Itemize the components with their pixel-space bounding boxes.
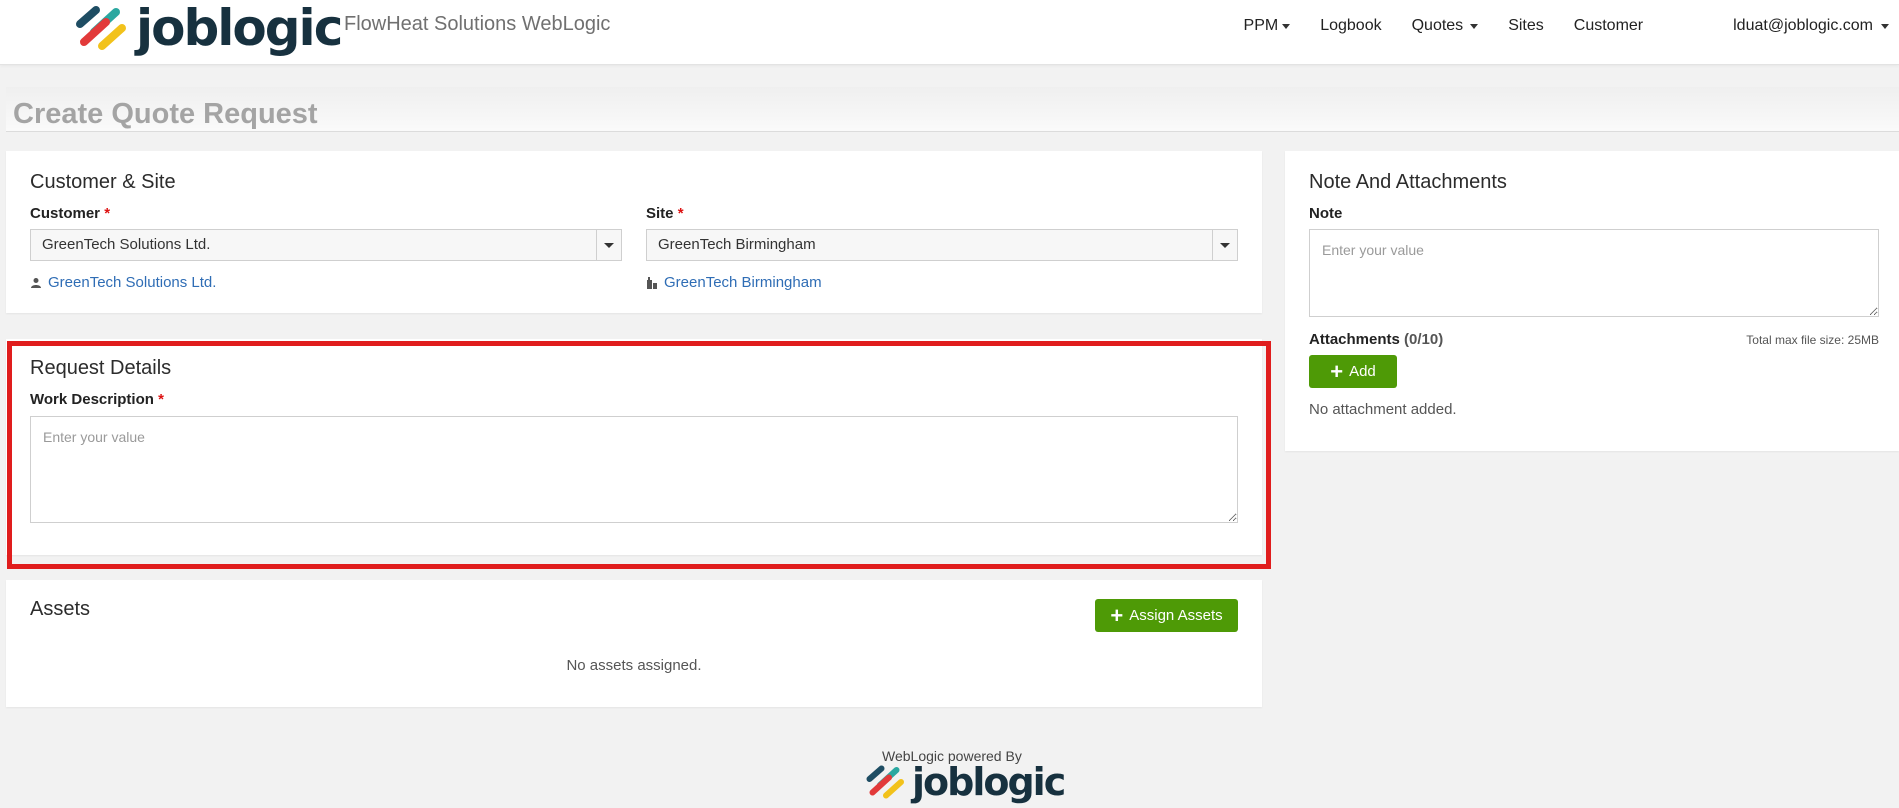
add-attachment-button[interactable]: + Add (1309, 355, 1397, 388)
customer-site-title: Customer & Site (30, 171, 176, 193)
attachments-empty-text: No attachment added. (1309, 401, 1457, 418)
customer-dropdown-button[interactable] (596, 230, 621, 260)
caret-down-icon (604, 242, 614, 248)
chevron-down-icon (1282, 23, 1291, 29)
footer-logo-wordmark: joblogic (912, 760, 1066, 804)
page-title: Create Quote Request (13, 98, 318, 130)
site-label-text: Site (646, 205, 674, 222)
required-mark: * (158, 391, 164, 408)
nav-quotes-label: Quotes (1411, 17, 1464, 34)
logo-wordmark: joblogic (136, 0, 343, 57)
customer-select[interactable]: GreenTech Solutions Ltd. (30, 229, 622, 261)
site-label: Site * (646, 205, 684, 222)
site-link[interactable]: GreenTech Birmingham (664, 274, 822, 291)
required-mark: * (677, 205, 684, 222)
notes-title: Note And Attachments (1309, 171, 1507, 193)
customer-link[interactable]: GreenTech Solutions Ltd. (48, 274, 216, 291)
work-description-input[interactable] (30, 416, 1238, 523)
page-title-bar: Create Quote Request (6, 87, 1899, 132)
nav-quotes[interactable]: Quotes (1412, 17, 1479, 35)
joblogic-logo-icon (76, 5, 126, 50)
work-description-label-text: Work Description (30, 391, 154, 408)
top-navbar: joblogic FlowHeat Solutions WebLogic PPM… (0, 0, 1899, 65)
chevron-down-icon (1881, 23, 1889, 29)
attachments-label: Attachments (0/10) (1309, 331, 1443, 348)
customer-label-text: Customer (30, 205, 101, 222)
assign-assets-button[interactable]: + Assign Assets (1095, 599, 1238, 632)
plus-icon: + (1110, 602, 1124, 628)
note-label: Note (1309, 205, 1343, 222)
assets-title: Assets (30, 598, 91, 620)
user-icon (31, 277, 41, 288)
joblogic-logo-icon (866, 765, 904, 799)
nav-blank-area (1663, 13, 1734, 39)
request-details-title: Request Details (30, 357, 172, 379)
attachments-max-size: Total max file size: 25MB (1746, 333, 1879, 347)
attachments-count: (0/10) (1404, 331, 1444, 348)
site-dropdown-button[interactable] (1212, 230, 1237, 260)
plus-icon: + (1330, 358, 1344, 384)
request-details-panel: Request Details Work Description * (6, 339, 1262, 555)
required-mark: * (104, 205, 111, 222)
caret-down-icon (1220, 242, 1230, 248)
site-select[interactable]: GreenTech Birmingham (646, 229, 1238, 261)
work-description-label: Work Description * (30, 391, 164, 408)
assets-panel: Assets + Assign Assets No assets assigne… (6, 580, 1262, 707)
add-attachment-label: Add (1349, 363, 1376, 380)
main-nav: PPM Logbook Quotes Sites Customer lduat@… (1214, 0, 1889, 52)
nav-customer[interactable]: Customer (1574, 17, 1643, 35)
nav-sites[interactable]: Sites (1508, 17, 1544, 35)
footer-logo: joblogic (862, 760, 1066, 804)
nav-ppm[interactable]: PPM (1244, 17, 1291, 35)
assets-empty-text: No assets assigned. (566, 657, 702, 674)
note-input[interactable] (1309, 229, 1879, 317)
joblogic-logo[interactable]: joblogic (70, 0, 343, 57)
customer-site-panel: Customer & Site Customer * GreenTech Sol… (6, 151, 1262, 313)
site-link-row: GreenTech Birmingham (646, 274, 822, 291)
customer-label: Customer * (30, 205, 110, 222)
notes-attachments-panel: Note And Attachments Note Attachments (0… (1285, 151, 1899, 451)
site-select-value: GreenTech Birmingham (658, 236, 816, 253)
nav-ppm-label: PPM (1243, 17, 1279, 34)
customer-link-row: GreenTech Solutions Ltd. (30, 274, 216, 291)
nav-logbook[interactable]: Logbook (1320, 17, 1381, 35)
brand-subtitle: FlowHeat Solutions WebLogic (344, 13, 611, 35)
user-email: lduat@joblogic.com (1733, 17, 1873, 34)
assign-assets-label: Assign Assets (1129, 607, 1223, 624)
customer-select-value: GreenTech Solutions Ltd. (42, 236, 211, 253)
building-icon (647, 276, 657, 289)
attachments-label-text: Attachments (1309, 331, 1400, 348)
nav-user-menu[interactable]: lduat@joblogic.com (1733, 17, 1889, 35)
chevron-down-icon (1470, 23, 1479, 29)
